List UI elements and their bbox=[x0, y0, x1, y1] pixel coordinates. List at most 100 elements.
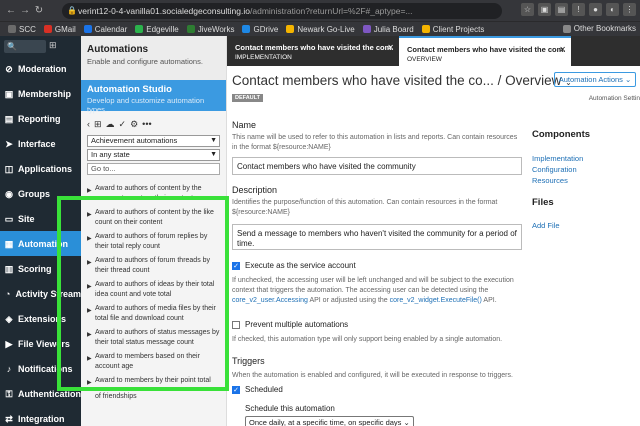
components-heading: Components bbox=[532, 129, 591, 140]
tab-implementation[interactable]: Contact members who have visited the com… bbox=[227, 36, 399, 66]
tab-overview[interactable]: Contact members who have visited the com… bbox=[399, 36, 571, 66]
editor-tabs: Contact members who have visited the com… bbox=[227, 36, 640, 66]
description-label: Description bbox=[232, 185, 278, 195]
close-icon[interactable]: ✕ bbox=[387, 43, 394, 52]
bookmark-item[interactable]: GMail bbox=[43, 25, 76, 34]
close-icon[interactable]: ✕ bbox=[559, 45, 566, 54]
profile-icon[interactable]: ◐ bbox=[606, 3, 619, 16]
sidebar-item-interface[interactable]: ➤ Interface bbox=[0, 131, 81, 156]
lock-icon: 🔒 bbox=[67, 6, 77, 15]
prevent-label: Prevent multiple automations bbox=[245, 320, 349, 329]
schedule-select[interactable]: Once daily, at a specific time, on speci… bbox=[245, 416, 414, 426]
apps-icon: ◫ bbox=[4, 163, 14, 174]
admin-search-input[interactable]: 🔍 bbox=[4, 39, 46, 53]
url-path: /administration?returnUrl=%2F#_aptype=..… bbox=[250, 6, 413, 16]
bookmark-item[interactable]: SCC bbox=[8, 25, 36, 34]
resources-link[interactable]: Resources bbox=[532, 176, 568, 185]
user-accessing-link[interactable]: core_v2_user.Accessing bbox=[232, 297, 308, 304]
implementation-link[interactable]: Implementation bbox=[532, 154, 583, 163]
sidebar-item-label: Reporting bbox=[18, 113, 61, 124]
back-icon[interactable]: ← bbox=[4, 5, 18, 16]
site-icon: ▭ bbox=[4, 213, 14, 224]
bookmark-item[interactable]: Edgeville bbox=[135, 25, 179, 34]
studio-title: Automation Studio bbox=[87, 84, 172, 95]
lock-icon: ⚿ bbox=[5, 388, 13, 399]
automation-settings-link[interactable]: Automation Settin bbox=[589, 95, 640, 102]
folder-icon bbox=[562, 24, 571, 33]
other-bookmarks[interactable]: Other Bookmarks bbox=[562, 24, 636, 33]
bookmark-icon bbox=[135, 25, 144, 33]
goto-input[interactable]: Go to... bbox=[87, 163, 220, 175]
chevron-down-icon: ▼ bbox=[210, 151, 217, 158]
users-icon: ▣ bbox=[4, 88, 14, 99]
groups-icon: ◉ bbox=[5, 188, 13, 199]
reload-icon[interactable]: ↻ bbox=[32, 5, 46, 16]
bookmark-icon bbox=[362, 25, 371, 33]
studio-subtitle: Develop and customize automation types. bbox=[87, 96, 205, 114]
name-field[interactable]: Contact members who have visited the com… bbox=[232, 157, 522, 175]
bookmark-item[interactable]: JiveWorks bbox=[186, 25, 234, 34]
description-description: Identifies the purpose/function of this … bbox=[232, 199, 498, 216]
check-icon[interactable]: ✓ bbox=[119, 119, 127, 130]
list-item[interactable]: of friendships bbox=[81, 391, 226, 405]
automations-title: Automations bbox=[87, 44, 149, 55]
extension-icon[interactable]: ● bbox=[589, 3, 602, 16]
bookmark-icon bbox=[242, 25, 251, 33]
sidebar-item-integration[interactable]: ⇄ Integration bbox=[0, 406, 81, 426]
sidebar-item-label: Groups bbox=[18, 188, 51, 199]
description-field[interactable]: Send a message to members who haven't vi… bbox=[232, 224, 522, 250]
sidebar-item-moderation[interactable]: ⊘ Moderation bbox=[0, 56, 81, 81]
play-icon bbox=[87, 392, 95, 402]
forward-icon[interactable]: → bbox=[18, 5, 32, 16]
browser-address-bar: ← → ↻ 🔒 verint12-0-4-vanilla01.socialedg… bbox=[0, 0, 640, 21]
sidebar-item-label: Integration bbox=[18, 413, 65, 424]
bookmark-item[interactable]: Julia Board bbox=[362, 25, 414, 34]
menu-icon[interactable]: ⋮ bbox=[623, 3, 636, 16]
gear-icon[interactable]: ⚙ bbox=[130, 119, 138, 130]
bookmark-icon bbox=[186, 25, 195, 33]
sidebar-item-label: Membership bbox=[18, 88, 72, 99]
extension-icon[interactable]: ▣ bbox=[538, 3, 551, 16]
automation-studio-header[interactable]: Automation Studio Develop and customize … bbox=[81, 80, 226, 114]
bookmark-item[interactable]: GDrive bbox=[242, 25, 278, 34]
prevent-multiple-checkbox[interactable] bbox=[232, 321, 240, 329]
bookmark-icon bbox=[8, 25, 16, 33]
url-input[interactable]: 🔒 verint12-0-4-vanilla01.socialedgeconsu… bbox=[62, 3, 502, 19]
bookmark-icon bbox=[43, 25, 52, 33]
chart-icon: ▤ bbox=[4, 113, 14, 124]
bookmark-item[interactable]: Calendar bbox=[83, 25, 127, 34]
scheduled-checkbox[interactable]: ✓ bbox=[232, 386, 240, 394]
back-icon[interactable]: ‹ bbox=[87, 119, 90, 129]
execute-service-account-checkbox[interactable]: ✓ bbox=[232, 262, 240, 270]
automation-actions-button[interactable]: Automation Actions ⌄ bbox=[554, 72, 636, 87]
scoring-icon: ▥ bbox=[4, 263, 14, 274]
sidebar-item-membership[interactable]: ▣ Membership bbox=[0, 81, 81, 106]
sidebar-item-label: Interface bbox=[18, 138, 56, 149]
add-file-link[interactable]: Add File bbox=[532, 221, 560, 230]
execute-description: If unchecked, the accessing user will be… bbox=[232, 277, 514, 304]
name-label: Name bbox=[232, 120, 257, 130]
state-select[interactable]: In any state ▼ bbox=[87, 149, 220, 161]
triggers-label: Triggers bbox=[232, 356, 265, 366]
bookmark-icon bbox=[83, 25, 92, 33]
star-icon[interactable]: ☆ bbox=[521, 3, 534, 16]
upload-icon[interactable]: ☁ bbox=[106, 119, 115, 130]
more-icon[interactable]: ••• bbox=[142, 119, 151, 129]
automation-icon: ▦ bbox=[4, 238, 14, 249]
sidebar-item-applications[interactable]: ◫ Applications bbox=[0, 156, 81, 181]
category-select[interactable]: Achievement automations ▼ bbox=[87, 135, 220, 147]
bookmark-item[interactable]: Client Projects bbox=[421, 25, 484, 34]
bookmark-icon bbox=[286, 25, 295, 33]
bell-icon: ♪ bbox=[6, 363, 12, 374]
configuration-link[interactable]: Configuration bbox=[532, 165, 577, 174]
stream-icon: ◔ bbox=[5, 288, 11, 299]
bookmark-item[interactable]: Newark Go-Live bbox=[286, 25, 355, 34]
grid-icon[interactable]: ⊞ bbox=[49, 40, 61, 52]
schedule-label: Schedule this automation bbox=[245, 404, 335, 413]
sidebar-item-reporting[interactable]: ▤ Reporting bbox=[0, 106, 81, 131]
execute-file-link[interactable]: core_v2_widget.ExecuteFile() bbox=[390, 297, 482, 304]
file-viewers-icon: ▶ bbox=[5, 338, 13, 349]
info-icon[interactable]: ! bbox=[572, 3, 585, 16]
extension-icon[interactable]: ▤ bbox=[555, 3, 568, 16]
add-icon[interactable]: ⊞ bbox=[94, 119, 102, 130]
